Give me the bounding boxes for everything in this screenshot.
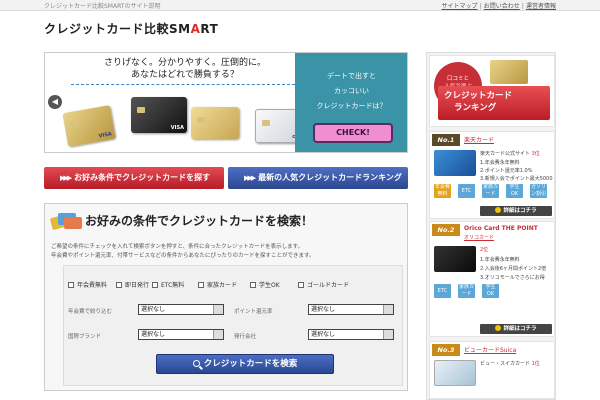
sidebar-ranking: 口コミと人気で選ぶ クレジットカードランキング No.1 楽天カード 楽天カード… [426,52,556,400]
select-issuer[interactable]: 選択なし [308,329,394,340]
search-form: 年会費無料 即日発行 ETC無料 家族カード 学生OK ゴールドカード 年会費で… [63,265,403,386]
rank-count-2: 2位 [480,247,489,253]
link-operator[interactable]: 運営者情報 [526,3,556,10]
rank-card-subname-2[interactable]: オリコカード [464,234,494,241]
detail-button-1[interactable]: 詳細はコチラ [480,206,552,216]
checkbox-icon [198,282,204,288]
black-card-image: VISA [131,97,187,133]
rank-feature-1-1: 1.年会費永年無料 [480,160,520,166]
hero-copy-line1: さりげなく。分かりやすく。圧倒的に。 [103,58,266,68]
search-by-condition-button[interactable]: ▶▶▶ お好み条件でクレジットカードを探す [44,167,224,189]
tag-family: 家族カード [482,184,499,198]
ranking-header: 口コミと人気で選ぶ クレジットカードランキング [429,55,555,127]
rank-item-3: No.3 ビューカードSuica ビュー・スイカカード 1位 [429,341,555,399]
rank-card-image-3[interactable] [434,360,476,386]
rank-card-name-1[interactable]: 楽天カード [464,135,494,144]
search-title: お好みの条件でクレジットカードを検索！ [85,214,314,228]
label-annual-fee: 年会費で絞り込む [68,309,113,315]
rank-feature-2-2: 2.入会後6ヶ月間ポイント2倍 [480,266,547,272]
checkbox-icon [250,282,256,288]
gold-card-image-2 [191,107,239,139]
ranking-thumbnail [490,60,528,84]
tag-etc-2: ETC [434,284,451,298]
search-icon [192,360,200,367]
rank-item-2: No.2 Orico Card THE POINT オリコカード 2位 1.年会… [429,221,555,337]
rank-feature-2-3: 3.オリコモールでさらにお得 [480,275,545,281]
label-point-rate: ポイント還元率 [234,309,273,315]
checkbox-etc[interactable]: ETC無料 [152,280,184,289]
rank-title-3: ビュー・スイカカード 1位 [480,361,540,367]
promo-line1: デートで出すと [327,72,376,80]
arrow-circle-icon [495,207,502,213]
top-links: サイトマップ | お問い合わせ | 運営者情報 [441,3,556,10]
rank-feature-2-1: 1.年会費永年無料 [480,257,520,263]
checkbox-student[interactable]: 学生OK [250,280,280,289]
checkbox-icon [116,282,122,288]
gold-card-image: VISA [62,105,116,147]
rank-number-1: No.1 [432,134,460,146]
rank-title-1: 楽天カード公式サイト 3位 [480,151,540,157]
prev-arrow-icon[interactable]: ◀ [48,95,62,109]
rank-number-2: No.2 [432,224,460,236]
search-description-1: ご希望の条件にチェックを入れて検索ボタンを押すと、条件に合ったクレジットカードを… [51,244,304,250]
hero-promo-panel[interactable]: デートで出すと カッコいい クレジットカードは？ CHECK! [295,53,407,152]
check-button[interactable]: CHECK! [313,123,393,143]
hero-copy-line2: あなたはどれで勝負する？ [131,70,239,80]
detail-button-2[interactable]: 詳細はコチラ [480,324,552,334]
label-brand: 国際ブランド [68,334,102,340]
search-submit-button[interactable]: クレジットカードを検索 [156,354,334,374]
hero-banner[interactable]: さりげなく。分かりやすく。圧倒的に。 あなたはどれで勝負する？ VISA VIS… [44,52,408,153]
rank-number-3: No.3 [432,344,460,356]
tag-student: 学生OK [506,184,523,198]
tag-family-2: 家族カード [458,284,475,298]
site-logo[interactable]: クレジットカード比較SMART [44,20,218,37]
checkbox-icon [68,282,74,288]
checkbox-gold[interactable]: ゴールドカード [298,280,349,289]
checkbox-family[interactable]: 家族カード [198,280,237,289]
select-annual-fee[interactable]: 選択なし [138,304,224,315]
rank-feature-1-2: 2.ポイント還元率1.0% [480,168,533,174]
page: クレジットカード比較SMARTのサイト説明 サイトマップ | お問い合わせ | 運営者情… [0,0,600,400]
search-panel: お好みの条件でクレジットカードを検索！ ご希望の条件にチェックを入れて検索ボタン… [44,203,408,391]
select-brand[interactable]: 選択なし [138,329,224,340]
rank-card-image-1[interactable] [434,150,476,176]
hero-divider [71,84,295,85]
tag-etc: ETC [458,184,475,198]
ranking-ribbon: クレジットカード ランキング [438,86,550,120]
tag-annual-fee-free: 年会費無料 [434,184,451,198]
label-issuer: 発行会社 [234,334,257,340]
cards-icon [49,210,82,231]
rank-card-name-3[interactable]: ビューカードSuica [464,345,516,354]
search-description-2: 年会費やポイント還元率、付帯サービスなどの条件からあなたにぴったりのカードを探す… [51,253,315,259]
top-bar: クレジットカード比較SMARTのサイト説明 サイトマップ | お問い合わせ | 運営者情… [0,0,600,11]
site-tagline: クレジットカード比較SMARTのサイト説明 [44,3,161,10]
checkbox-icon [152,282,158,288]
checkbox-same-day[interactable]: 即日発行 [116,280,149,289]
select-point-rate[interactable]: 選択なし [308,304,394,315]
rank-card-name-2[interactable]: Orico Card THE POINT [464,225,538,232]
ranking-button[interactable]: ▶▶▶ 最新の人気クレジットカードランキング [228,167,408,189]
checkbox-icon [298,282,304,288]
checkbox-annual-fee-free[interactable]: 年会費無料 [68,280,107,289]
tag-student-2: 学生OK [482,284,499,298]
arrow-circle-icon [495,325,502,331]
rank-card-image-2[interactable] [434,246,476,272]
arrow-icon: ▶▶▶ [60,174,72,182]
tag-gasoline: ガソリン割引 [530,184,547,198]
promo-line2: カッコいい [334,87,369,95]
rank-feature-1-3: 3.新規入会でポイント最大5000 [480,176,553,182]
link-sitemap[interactable]: サイトマップ [442,3,478,10]
promo-line3: クレジットカードは？ [316,102,387,110]
arrow-icon: ▶▶▶ [244,174,256,182]
rank-item-1: No.1 楽天カード 楽天カード公式サイト 3位 1.年会費永年無料 2.ポイン… [429,131,555,219]
link-contact[interactable]: お問い合わせ [484,3,520,10]
